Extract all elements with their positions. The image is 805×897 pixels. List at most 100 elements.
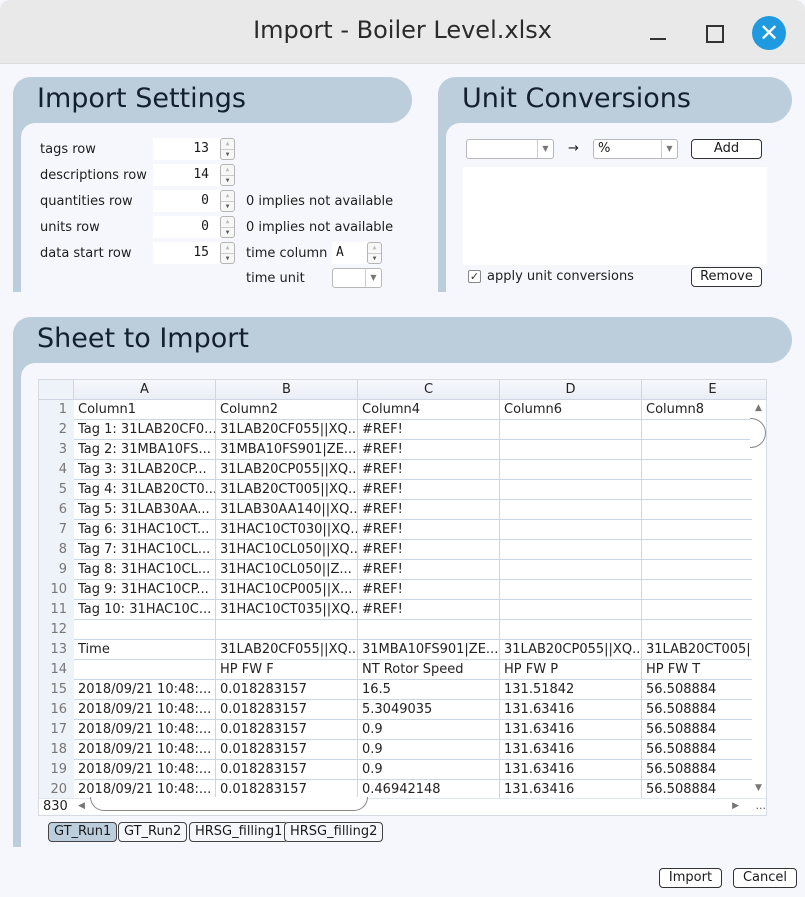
table-cell[interactable] (642, 480, 752, 500)
row-header[interactable]: 17 (39, 720, 74, 740)
table-cell[interactable]: 131.63416 (500, 780, 642, 800)
conversions-list[interactable] (463, 167, 767, 265)
table-cell[interactable]: 31LAB20CF055||XQ... (216, 420, 358, 440)
table-cell[interactable]: 56.508884 (642, 760, 752, 780)
table-cell[interactable]: 31LAB30AA140||XQ... (216, 500, 358, 520)
table-cell[interactable]: 2018/09/21 10:48:... (74, 680, 216, 700)
table-cell[interactable]: HP FW P (500, 660, 642, 680)
table-cell[interactable] (642, 500, 752, 520)
spin-down-icon[interactable]: ▼ (221, 175, 234, 185)
table-cell[interactable]: 131.63416 (500, 700, 642, 720)
to-unit-select[interactable]: % ▼ (593, 139, 678, 159)
scroll-left-icon[interactable]: ◀ (78, 801, 85, 811)
table-cell[interactable]: 31HAC10CT030||XQ... (216, 520, 358, 540)
table-cell[interactable]: Tag 10: 31HAC10C... (74, 600, 216, 620)
horizontal-scrollbar[interactable]: ◀ ▶ (75, 797, 751, 815)
table-cell[interactable]: 0.018283157 (216, 760, 358, 780)
table-cell[interactable]: 31LAB20CT005||X (642, 640, 752, 660)
maximize-button[interactable] (697, 16, 731, 50)
table-cell[interactable] (642, 580, 752, 600)
table-cell[interactable] (500, 480, 642, 500)
table-cell[interactable] (500, 620, 642, 640)
table-cell[interactable]: HP FW F (216, 660, 358, 680)
table-cell[interactable]: 0.9 (358, 720, 500, 740)
vertical-scrollbar[interactable]: ▲ ▼ (750, 400, 766, 796)
table-cell[interactable]: Tag 8: 31HAC10CL... (74, 560, 216, 580)
remove-conversion-button[interactable]: Remove (691, 267, 762, 287)
minimize-button[interactable] (641, 16, 675, 50)
data-start-row-spinner[interactable]: 15 ▲ ▼ (153, 242, 235, 264)
table-cell[interactable] (642, 440, 752, 460)
table-cell[interactable]: Tag 2: 31MBA10FS... (74, 440, 216, 460)
table-cell[interactable] (500, 420, 642, 440)
table-cell[interactable]: #REF! (358, 460, 500, 480)
table-cell[interactable]: 0.46942148 (358, 780, 500, 800)
row-header[interactable]: 10 (39, 580, 74, 600)
row-header[interactable]: 13 (39, 640, 74, 660)
time-column-spinner[interactable]: A ▲ ▼ (332, 242, 382, 264)
table-cell[interactable] (74, 620, 216, 640)
from-unit-select[interactable]: ▼ (466, 139, 554, 159)
spin-down-icon[interactable]: ▼ (221, 201, 234, 211)
table-cell[interactable]: 2018/09/21 10:48:... (74, 700, 216, 720)
sheet-tab[interactable]: HRSG_filling1 (189, 822, 289, 842)
table-cell[interactable]: 0.018283157 (216, 680, 358, 700)
table-cell[interactable]: Column4 (358, 400, 500, 420)
row-header[interactable]: 5 (39, 480, 74, 500)
apply-conversions-checkbox[interactable]: ✓ (468, 270, 481, 283)
table-cell[interactable]: Time (74, 640, 216, 660)
table-cell[interactable]: #REF! (358, 480, 500, 500)
spin-up-icon[interactable]: ▲ (368, 243, 381, 253)
table-cell[interactable]: 131.51842 (500, 680, 642, 700)
row-header[interactable]: 18 (39, 740, 74, 760)
close-button[interactable]: ✕ (752, 16, 786, 50)
table-cell[interactable] (642, 620, 752, 640)
time-unit-select[interactable]: ▼ (332, 268, 382, 288)
more-icon[interactable]: ... (756, 799, 767, 812)
row-header[interactable]: 7 (39, 520, 74, 540)
table-cell[interactable] (216, 620, 358, 640)
table-cell[interactable]: Column1 (74, 400, 216, 420)
table-cell[interactable]: Column6 (500, 400, 642, 420)
spin-up-icon[interactable]: ▲ (221, 243, 234, 253)
table-cell[interactable]: Tag 9: 31HAC10CP... (74, 580, 216, 600)
table-cell[interactable]: Column8 (642, 400, 752, 420)
table-cell[interactable] (642, 460, 752, 480)
table-cell[interactable] (500, 540, 642, 560)
table-cell[interactable] (642, 420, 752, 440)
table-cell[interactable] (500, 560, 642, 580)
table-cell[interactable]: HP FW T (642, 660, 752, 680)
table-cell[interactable] (500, 520, 642, 540)
table-cell[interactable]: 56.508884 (642, 740, 752, 760)
table-cell[interactable] (642, 600, 752, 620)
table-cell[interactable]: 131.63416 (500, 720, 642, 740)
table-cell[interactable]: Tag 3: 31LAB20CP... (74, 460, 216, 480)
column-header[interactable]: C (358, 380, 500, 400)
row-header[interactable]: 6 (39, 500, 74, 520)
row-header[interactable]: 11 (39, 600, 74, 620)
table-cell[interactable]: 0.018283157 (216, 700, 358, 720)
table-cell[interactable]: 31LAB20CP055||XQ... (500, 640, 642, 660)
table-cell[interactable] (500, 600, 642, 620)
sheet-tab[interactable]: GT_Run2 (118, 822, 188, 842)
row-header[interactable]: 2 (39, 420, 74, 440)
table-cell[interactable] (500, 440, 642, 460)
spin-up-icon[interactable]: ▲ (221, 139, 234, 149)
table-cell[interactable]: Tag 5: 31LAB30AA... (74, 500, 216, 520)
column-header[interactable]: A (74, 380, 216, 400)
table-cell[interactable]: 31MBA10FS901|ZE... (216, 440, 358, 460)
table-cell[interactable]: 56.508884 (642, 720, 752, 740)
table-cell[interactable]: #REF! (358, 540, 500, 560)
scroll-right-icon[interactable]: ▶ (732, 801, 739, 811)
row-header[interactable]: 19 (39, 760, 74, 780)
scroll-down-icon[interactable]: ▼ (755, 783, 762, 793)
table-cell[interactable]: 56.508884 (642, 780, 752, 800)
table-cell[interactable] (642, 540, 752, 560)
table-cell[interactable]: 2018/09/21 10:48:... (74, 740, 216, 760)
table-cell[interactable]: 31HAC10CP005||X... (216, 580, 358, 600)
units-row-spinner[interactable]: 0 ▲ ▼ (153, 216, 235, 238)
row-header[interactable]: 14 (39, 660, 74, 680)
row-header[interactable]: 8 (39, 540, 74, 560)
row-header[interactable]: 9 (39, 560, 74, 580)
table-cell[interactable]: 0.018283157 (216, 740, 358, 760)
